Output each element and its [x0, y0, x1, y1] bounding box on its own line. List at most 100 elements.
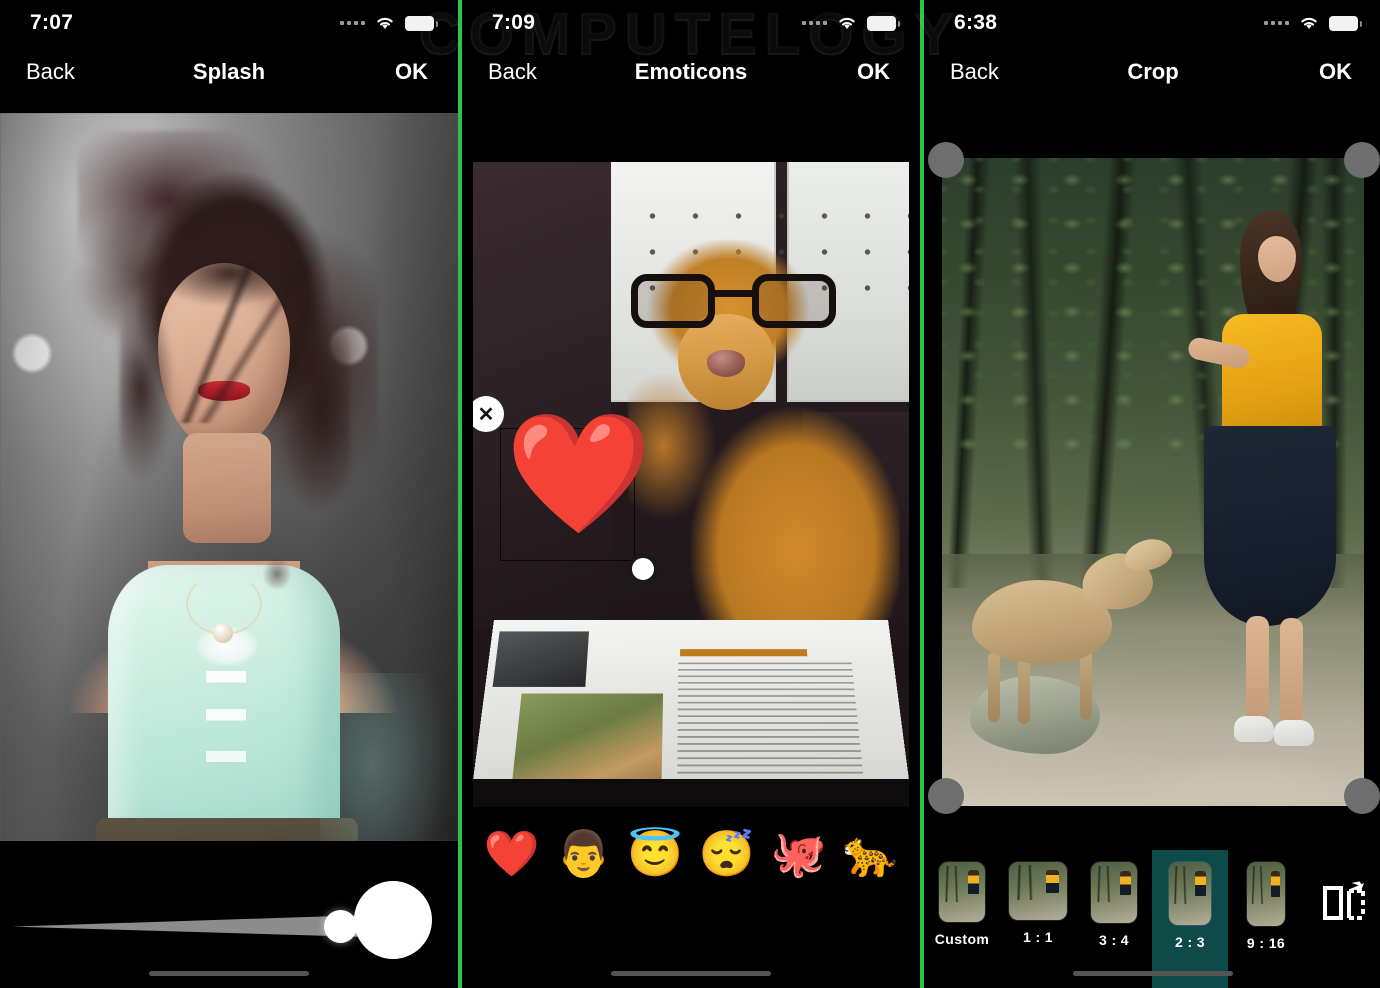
home-indicator [1073, 971, 1233, 976]
ok-button[interactable]: OK [1313, 55, 1358, 89]
crop-ratio-thumbnail [1247, 862, 1285, 926]
panel-emoticons: 7:09 Back Emoticons OK ❤️ ✕ ❤️ 👨 😇 😴 🐙 🐆 [462, 0, 920, 988]
dog-nose [707, 350, 745, 377]
crop-ratio-label: 9 : 16 [1246, 935, 1286, 951]
emoji-smiling-face-with-halo[interactable]: 😇 [625, 827, 685, 881]
status-clock: 7:09 [492, 11, 536, 34]
emoji-picker-row: ❤️ 👨 😇 😴 🐙 🐆 [462, 827, 920, 881]
status-icons [802, 15, 900, 31]
ok-button[interactable]: OK [389, 55, 434, 89]
signal-dots-icon [340, 21, 365, 25]
wifi-icon [839, 17, 855, 29]
heart-sticker-glyph: ❤️ [505, 408, 652, 540]
battery-icon [405, 15, 438, 31]
woman-skirt [1204, 426, 1336, 626]
woman-subject [1186, 210, 1336, 770]
flip-rotate-icon [1323, 881, 1365, 920]
splash-photo-canvas[interactable] [0, 113, 458, 841]
subject-pants [96, 818, 358, 841]
brush-size-track [12, 915, 367, 937]
crop-ratio-2-3[interactable]: 2 : 3 [1152, 850, 1228, 988]
status-clock: 6:38 [954, 11, 998, 34]
crop-ratio-thumbnail [1091, 862, 1137, 923]
glasses-lens-left [631, 274, 715, 328]
crop-ratio-label: Custom [934, 931, 990, 947]
back-button[interactable]: Back [482, 55, 543, 89]
crop-ratio-label: 3 : 4 [1098, 932, 1129, 948]
emoji-sleeping-face[interactable]: 😴 [697, 827, 757, 881]
crop-ratio-thumbnail [939, 862, 985, 922]
emoji-octopus[interactable]: 🐙 [768, 827, 828, 881]
splash-controls [0, 841, 458, 988]
emoticons-photo-canvas[interactable]: ❤️ ✕ [473, 162, 909, 807]
status-icons [340, 15, 438, 31]
deer-subject [964, 534, 1175, 725]
crop-handle-bottom-right[interactable] [1344, 778, 1380, 814]
back-button[interactable]: Back [944, 55, 1005, 89]
brush-size-slider[interactable] [12, 910, 367, 943]
status-bar-crop: 6:38 [924, 0, 1380, 46]
emoji-red-heart[interactable]: ❤️ [482, 827, 542, 881]
battery-icon [1329, 15, 1362, 31]
deer-leg [1018, 654, 1030, 724]
deer-leg [988, 652, 1000, 722]
emoji-leopard[interactable]: 🐆 [840, 827, 900, 881]
signal-dots-icon [802, 21, 827, 25]
crop-ratio-bar: Custom 1 : 1 3 : 4 2 : 3 9 : 16 [924, 850, 1380, 988]
crop-ratio-label: 2 : 3 [1174, 934, 1205, 950]
signal-dots-icon [1264, 21, 1289, 25]
heart-sticker[interactable]: ❤️ ✕ [473, 396, 658, 584]
crop-ratio-thumbnail [1009, 862, 1067, 920]
table-surface [473, 779, 909, 807]
crop-handle-bottom-left[interactable] [928, 778, 964, 814]
woman-yellow-shirt [1222, 314, 1322, 434]
crop-ratio-custom[interactable]: Custom [924, 850, 1000, 988]
wifi-icon [1301, 17, 1317, 29]
back-button[interactable]: Back [20, 55, 81, 89]
wifi-icon [377, 17, 393, 29]
deer-leg [1080, 650, 1092, 720]
splash-color-region [320, 673, 450, 841]
woman-leg [1280, 618, 1303, 728]
brush-size-preview [354, 881, 432, 959]
emoji-man[interactable]: 👨 [553, 827, 613, 881]
status-bar-emoticons: 7:09 [462, 0, 920, 46]
emoji-picker-bar: ❤️ 👨 😇 😴 🐙 🐆 [462, 807, 920, 988]
sticker-resize-handle[interactable] [628, 554, 658, 584]
nav-bar-emoticons: Back Emoticons OK [462, 46, 920, 98]
book-photo-left [492, 631, 590, 687]
home-indicator [611, 971, 771, 976]
crop-ratio-thumbnail [1169, 862, 1211, 925]
ok-button[interactable]: OK [851, 55, 896, 89]
crop-ratio-3-4[interactable]: 3 : 4 [1076, 850, 1152, 988]
book-heading [680, 649, 808, 657]
nav-bar-crop: Back Crop OK [924, 46, 1380, 98]
crop-handle-top-right[interactable] [1344, 142, 1380, 178]
panel-divider-2 [920, 0, 924, 988]
glasses-bridge [715, 290, 752, 297]
subject-hair-strands [150, 263, 330, 423]
woman-shoe [1234, 716, 1274, 742]
brush-size-thumb[interactable] [324, 910, 357, 943]
crop-ratio-9-16[interactable]: 9 : 16 [1228, 850, 1304, 988]
subject-tattoo [262, 557, 292, 591]
home-indicator [149, 971, 309, 976]
woman-leg [1246, 616, 1269, 726]
status-clock: 7:07 [30, 11, 74, 34]
panel-splash: 7:07 Back Splash OK [0, 0, 458, 988]
book-text-lines [677, 662, 866, 793]
nav-bar-splash: Back Splash OK [0, 46, 458, 98]
battery-icon [867, 15, 900, 31]
woman-shoe [1274, 720, 1314, 746]
crop-photo-canvas[interactable] [942, 158, 1364, 806]
panel-divider-1 [458, 0, 462, 988]
status-icons [1264, 15, 1362, 31]
glasses-lens-right [752, 274, 836, 328]
crop-ratio-1-1[interactable]: 1 : 1 [1000, 850, 1076, 988]
flip-rotate-button[interactable] [1320, 878, 1370, 928]
status-bar-splash: 7:07 [0, 0, 458, 46]
dog-glasses [631, 274, 836, 332]
necklace-pendant [213, 623, 233, 643]
crop-handle-top-left[interactable] [928, 142, 964, 178]
crop-ratio-label: 1 : 1 [1022, 929, 1053, 945]
